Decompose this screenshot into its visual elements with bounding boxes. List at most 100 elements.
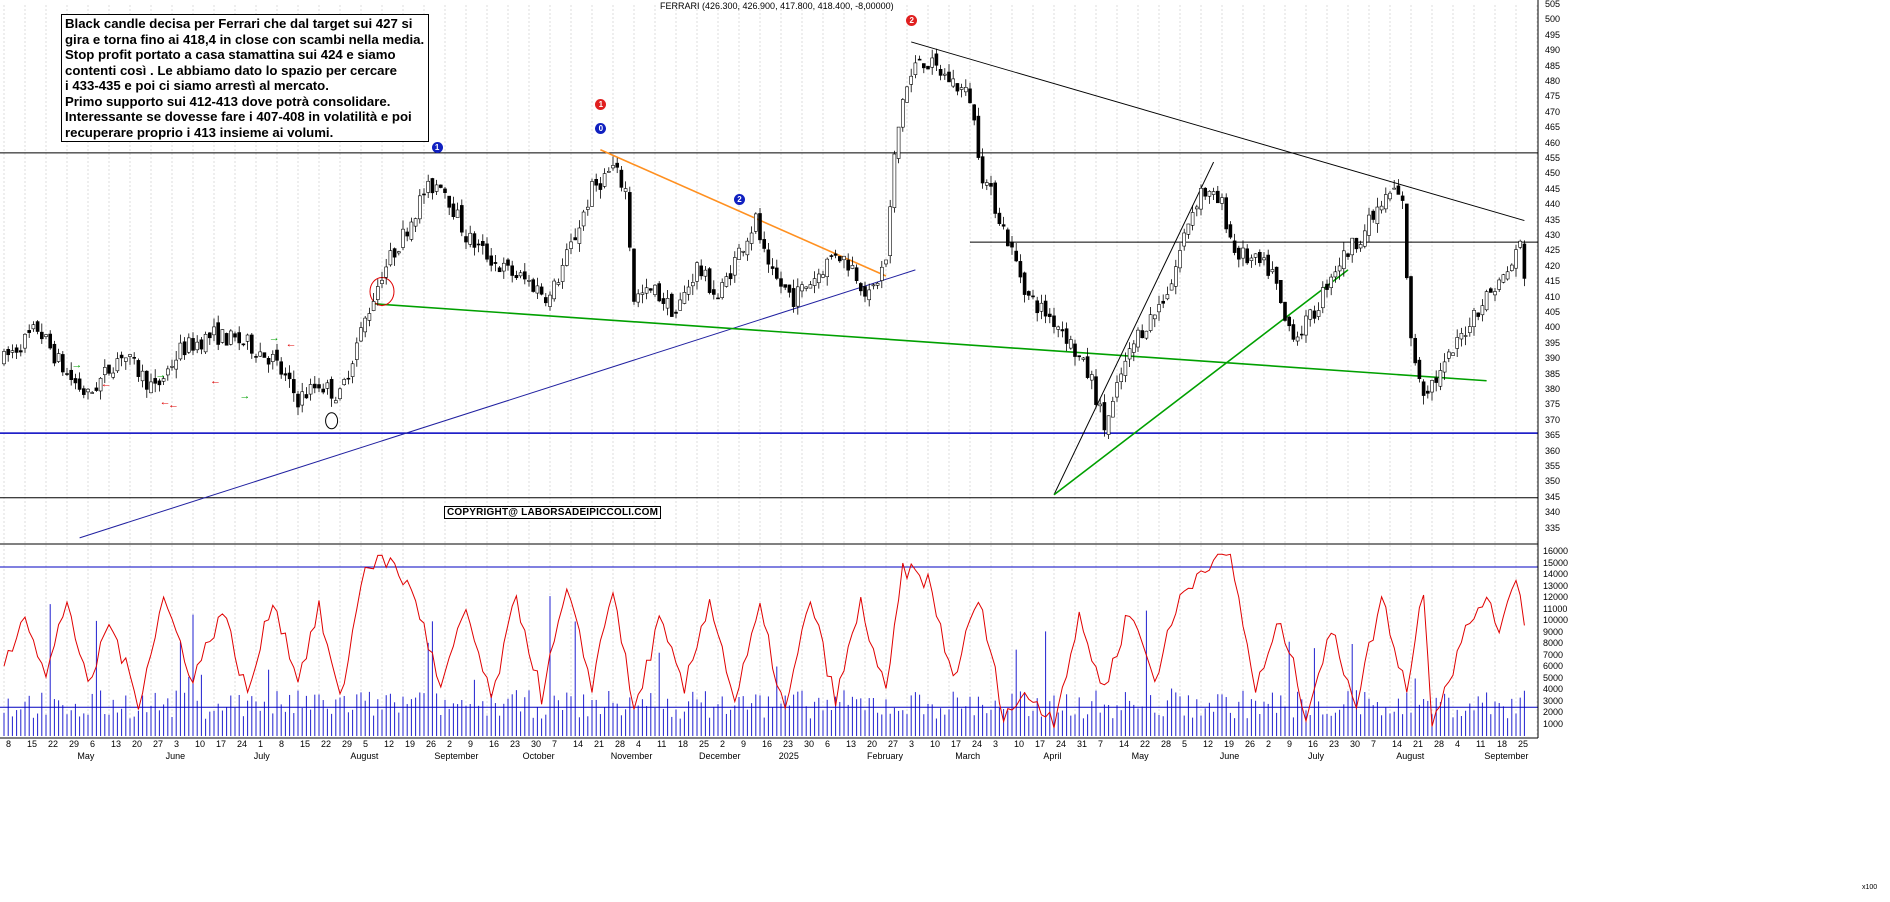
candle-body: [619, 169, 624, 188]
candle-body: [1069, 339, 1073, 349]
candle-body: [808, 284, 813, 289]
candle-body: [1308, 309, 1312, 320]
candle-body: [535, 285, 540, 294]
wave-count-badge: 1: [595, 98, 607, 110]
candle-body: [132, 357, 136, 359]
month-label: June: [165, 751, 186, 761]
candle-body: [812, 278, 817, 286]
candle-body: [60, 354, 65, 373]
date-tick-label: 16: [762, 739, 773, 749]
candle-body: [1102, 402, 1107, 431]
date-tick-label: 17: [951, 739, 962, 749]
candle-body: [905, 86, 909, 103]
candle-body: [1144, 330, 1149, 339]
date-tick-label: 28: [1434, 739, 1445, 749]
candle-body: [229, 330, 233, 345]
candle-body: [871, 284, 876, 287]
candle-body: [1119, 373, 1123, 383]
candle-body: [947, 71, 951, 83]
candle-body: [783, 284, 788, 288]
candle-body: [39, 331, 44, 340]
signal-arrow-icon: ←: [168, 399, 179, 412]
volume-tick-label: 12000: [1543, 592, 1569, 602]
candle-body: [157, 380, 162, 386]
candle-body: [300, 391, 305, 406]
price-tick-label: 475: [1545, 91, 1561, 102]
date-tick-label: 5: [1182, 739, 1188, 749]
candle-body: [392, 248, 397, 258]
signal-arrow-icon: →: [155, 368, 167, 381]
candle-body: [237, 332, 241, 344]
candle-body: [149, 381, 153, 394]
candle-body: [1438, 370, 1443, 387]
candle-body: [1295, 336, 1300, 342]
candle-body: [909, 75, 914, 85]
candle-body: [888, 206, 893, 256]
date-tick-label: 25: [1518, 739, 1529, 749]
candle-body: [405, 231, 410, 237]
candle-body: [1094, 376, 1098, 405]
volume-tick-label: 16000: [1543, 546, 1569, 556]
candle-body: [1270, 269, 1275, 273]
candle-body: [728, 273, 733, 280]
month-label: February: [867, 751, 904, 761]
candle-body: [1190, 212, 1195, 226]
candle-body: [430, 178, 435, 194]
candle-body: [531, 279, 536, 292]
candle-body: [1350, 237, 1354, 256]
candle-body: [879, 266, 884, 281]
candle-body: [468, 232, 473, 245]
date-tick-label: 23: [1329, 739, 1340, 749]
candle-body: [686, 286, 691, 295]
date-tick-label: 5: [363, 739, 369, 749]
candle-body: [1480, 305, 1485, 316]
candle-body: [270, 354, 275, 362]
candle-body: [65, 373, 69, 375]
candle-body: [762, 239, 767, 249]
candle-body: [220, 329, 225, 343]
date-tick-label: 9: [468, 739, 474, 749]
candle-body: [1165, 294, 1170, 300]
candle-body: [338, 388, 342, 400]
candle-body: [1048, 313, 1052, 317]
candle-body: [1157, 304, 1161, 313]
trend-line: [1053, 269, 1349, 496]
candle-body: [1505, 271, 1510, 280]
candle-body: [590, 181, 594, 207]
candle-body: [1111, 401, 1115, 418]
date-tick-label: 27: [153, 739, 164, 749]
candle-body: [342, 379, 347, 385]
date-tick-label: 3: [174, 739, 180, 749]
date-tick-label: 10: [195, 739, 206, 749]
candle-body: [346, 377, 351, 380]
candle-body: [514, 275, 519, 279]
candle-body: [640, 292, 645, 295]
volume-tick-label: 8000: [1543, 638, 1564, 648]
oscillator-line: [3, 553, 1525, 729]
date-tick-label: 16: [1308, 739, 1319, 749]
candle-body: [69, 369, 73, 380]
candle-body: [1291, 324, 1296, 340]
note-line: Primo supporto sui 412-413 dove potrà co…: [65, 93, 391, 109]
candle-body: [124, 357, 128, 362]
month-label: November: [610, 751, 653, 761]
candle-body: [1241, 247, 1245, 259]
candle-body: [1262, 257, 1266, 261]
date-tick-label: 20: [132, 739, 143, 749]
note-line: i 433-435 e poi ci siamo arrestì al merc…: [65, 78, 329, 93]
price-tick-label: 395: [1545, 337, 1561, 348]
candle-body: [1371, 210, 1375, 220]
candle-body: [1400, 195, 1405, 201]
candle-body: [195, 341, 199, 351]
candle-body: [1090, 374, 1094, 381]
date-tick-label: 10: [1014, 739, 1025, 749]
candle-body: [1039, 302, 1044, 312]
month-label: 2025: [778, 751, 799, 761]
candle-body: [1472, 310, 1476, 327]
price-tick-label: 465: [1545, 122, 1561, 133]
candle-body: [103, 367, 107, 376]
candle-body: [653, 284, 657, 295]
date-tick-label: 1: [258, 739, 264, 749]
chart-title: FERRARI (426.300, 426.900, 417.800, 418.…: [660, 1, 894, 11]
candle-body: [556, 282, 561, 285]
